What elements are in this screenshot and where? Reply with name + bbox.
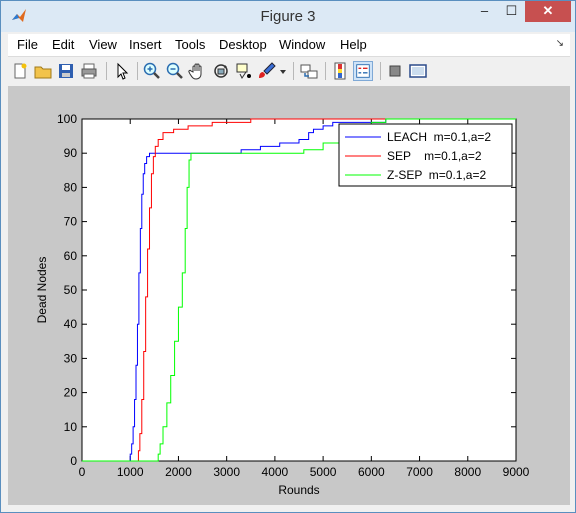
minimize-button[interactable]: –	[471, 1, 498, 22]
show-plot-tools-icon[interactable]	[408, 61, 428, 81]
y-tick-label: 70	[64, 215, 78, 229]
figure-window: Figure 3 – ☐ ✕ File Edit View Insert Too…	[0, 0, 576, 513]
close-button[interactable]: ✕	[525, 1, 571, 22]
link-plot-icon[interactable]	[299, 61, 319, 81]
legend-label-2: Z-SEP m=0.1,a=2	[387, 168, 486, 182]
figure-canvas: 0 1000 2000 3000 4000 5000 6000 7000 8000 9000 0 10…	[8, 87, 570, 505]
x-tick-label: 3000	[213, 465, 240, 479]
menu-help[interactable]: Help	[340, 37, 367, 52]
y-tick-label: 20	[64, 386, 78, 400]
y-tick-label: 80	[64, 180, 78, 194]
menu-bar: File Edit View Insert Tools Desktop Wind…	[8, 34, 570, 56]
menu-view[interactable]: View	[89, 37, 117, 52]
y-tick-label: 10	[64, 420, 78, 434]
y-tick-label: 100	[57, 112, 77, 126]
pan-icon[interactable]	[188, 61, 208, 81]
dock-figure-icon[interactable]: ↘	[556, 38, 564, 49]
legend-label-0: LEACH m=0.1,a=2	[387, 130, 491, 144]
legend-label-1: SEP m=0.1,a=2	[387, 149, 482, 163]
toolbar-separator	[325, 62, 326, 80]
x-tick-label: 2000	[165, 465, 192, 479]
new-figure-icon[interactable]	[10, 61, 30, 81]
y-tick-label: 50	[64, 283, 78, 297]
toolbar-separator	[293, 62, 294, 80]
insert-colorbar-icon[interactable]	[330, 61, 350, 81]
save-icon[interactable]	[56, 61, 76, 81]
x-tick-label: 1000	[117, 465, 144, 479]
toolbar-separator	[137, 62, 138, 80]
figure-toolbar	[8, 56, 570, 87]
menu-tools[interactable]: Tools	[175, 37, 205, 52]
menu-file[interactable]: File	[17, 37, 38, 52]
data-cursor-icon[interactable]	[234, 61, 254, 81]
y-tick-label: 0	[70, 454, 77, 468]
zoom-out-icon[interactable]	[165, 61, 185, 81]
x-tick-label: 8000	[454, 465, 481, 479]
x-tick-label: 0	[79, 465, 86, 479]
y-tick-label: 40	[64, 317, 78, 331]
title-bar[interactable]: Figure 3 – ☐ ✕	[1, 1, 575, 32]
x-tick-label: 4000	[262, 465, 289, 479]
insert-legend-icon[interactable]	[353, 61, 373, 81]
menu-desktop[interactable]: Desktop	[219, 37, 267, 52]
y-axis-label: Dead Nodes	[35, 257, 49, 324]
pointer-icon[interactable]	[112, 61, 132, 81]
y-tick-label: 30	[64, 351, 78, 365]
rotate-3d-icon[interactable]	[211, 61, 231, 81]
print-icon[interactable]	[79, 61, 99, 81]
toolbar-separator	[106, 62, 107, 80]
menu-window[interactable]: Window	[279, 37, 325, 52]
zoom-in-icon[interactable]	[142, 61, 162, 81]
toolbar-separator	[380, 62, 381, 80]
y-tick-label: 90	[64, 146, 78, 160]
menu-edit[interactable]: Edit	[52, 37, 74, 52]
maximize-button[interactable]: ☐	[498, 1, 525, 22]
x-tick-label: 9000	[503, 465, 530, 479]
y-tick-label: 60	[64, 249, 78, 263]
legend[interactable]: LEACH m=0.1,a=2 SEP m=0.1,a=2 Z-SEP m=0.1,…	[338, 123, 513, 187]
menu-insert[interactable]: Insert	[129, 37, 162, 52]
x-tick-label: 6000	[358, 465, 385, 479]
open-file-icon[interactable]	[33, 61, 53, 81]
x-axis-label: Rounds	[278, 483, 319, 497]
plot-canvas[interactable]: 0 1000 2000 3000 4000 5000 6000 7000 8000 9000 0 10…	[8, 87, 570, 505]
brush-icon[interactable]	[257, 61, 277, 81]
x-tick-label: 5000	[310, 465, 337, 479]
hide-plot-tools-icon[interactable]	[385, 61, 405, 81]
brush-dropdown-icon[interactable]	[278, 61, 288, 81]
x-tick-label: 7000	[406, 465, 433, 479]
